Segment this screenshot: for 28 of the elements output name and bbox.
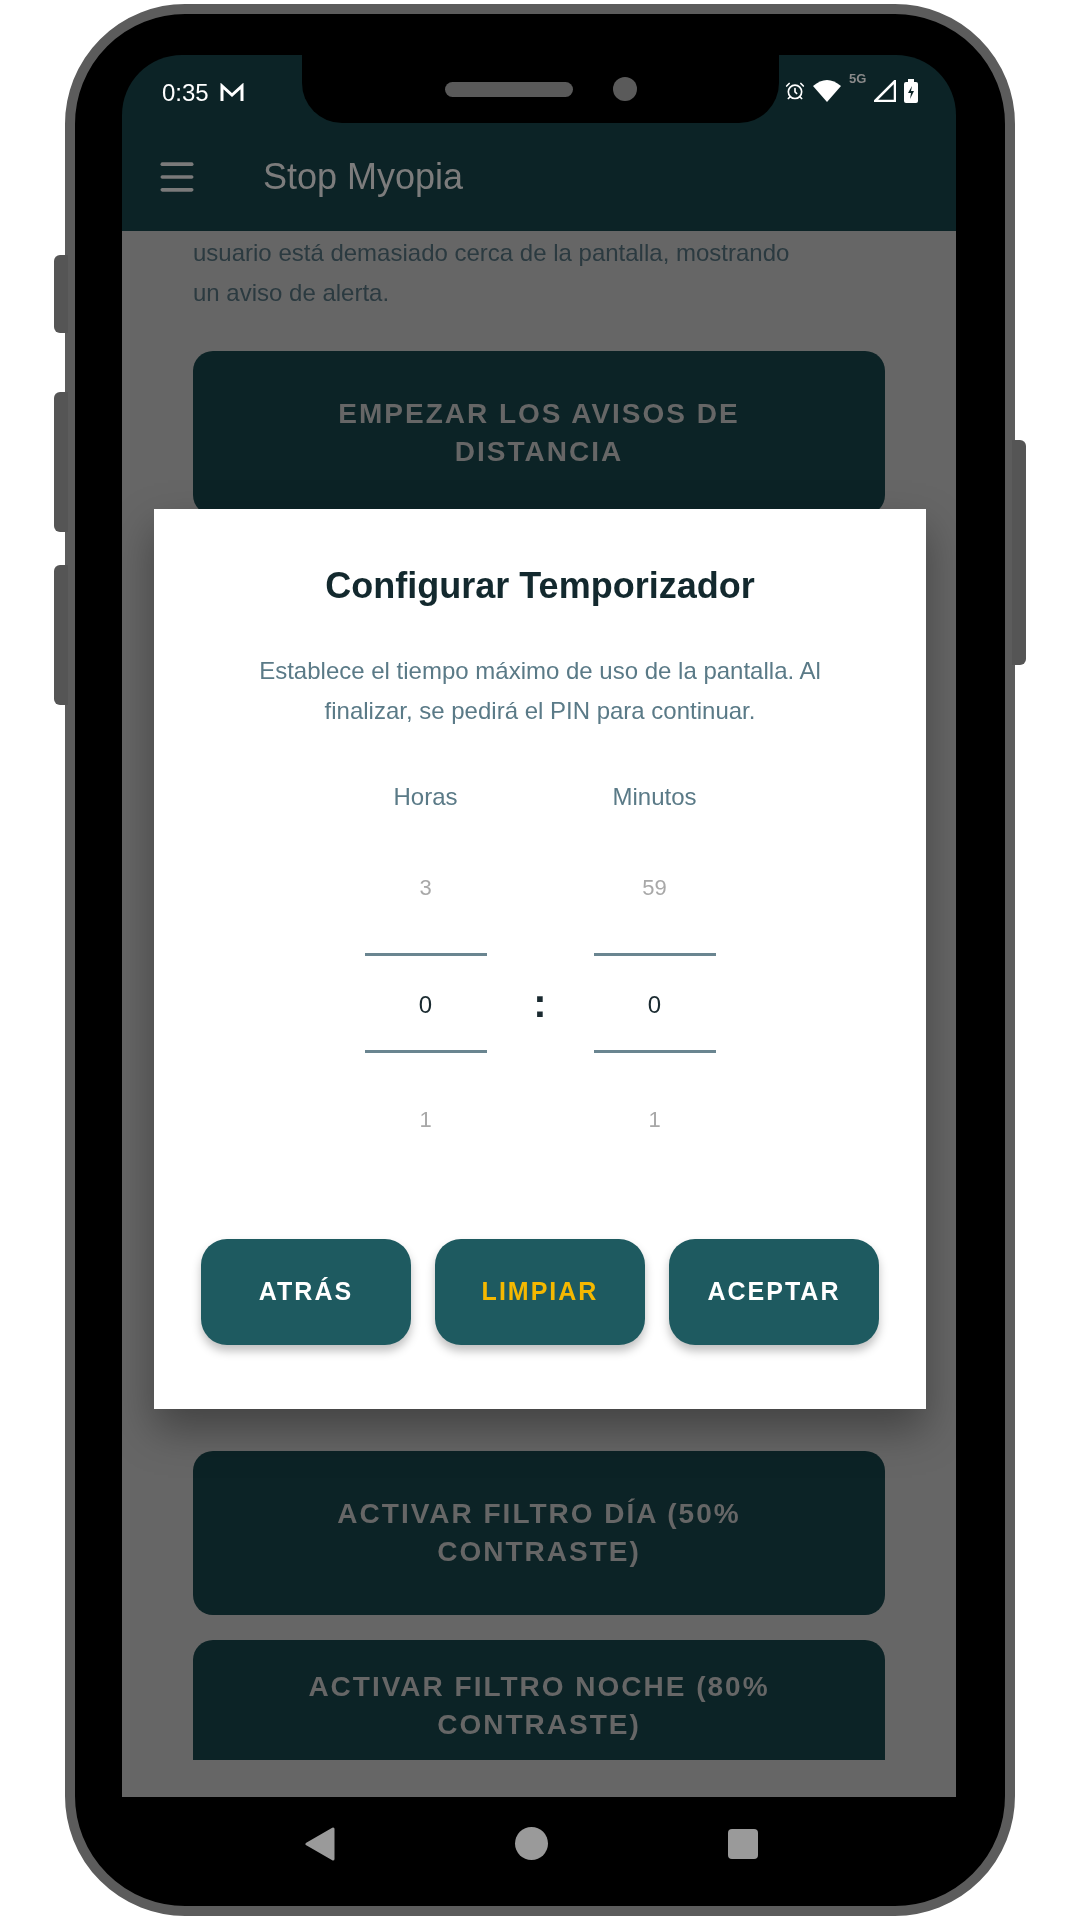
picker-next-value[interactable]: 1 (648, 1105, 661, 1135)
network-type: 5G (849, 70, 867, 88)
picker-next-value[interactable]: 1 (419, 1105, 432, 1135)
time-separator: : (532, 983, 548, 1023)
back-icon[interactable] (304, 1826, 335, 1861)
battery-icon (904, 79, 919, 103)
picker-value[interactable]: 0 (647, 990, 662, 1020)
picker-value[interactable]: 0 (418, 990, 433, 1020)
recents-icon[interactable] (727, 1828, 758, 1859)
picker-label: Minutos (612, 782, 697, 812)
wifi-icon (813, 80, 841, 102)
alarm-icon (785, 81, 805, 101)
home-icon[interactable] (514, 1827, 548, 1860)
dialog-button[interactable]: ACEPTAR (669, 1239, 879, 1345)
dialog-button[interactable]: LIMPIAR (435, 1239, 645, 1345)
dialog-title: Configurar Temporizador (325, 564, 755, 608)
action-button[interactable]: ACTIVAR FILTRO NOCHE (80% CONTRASTE) (193, 1640, 885, 1760)
picker-previous-value[interactable]: 3 (419, 873, 432, 903)
dialog-message: Establece el tiempo máximo de uso de la pantalla. Al finalizar, se pedirá el PIN para continuar. (258, 656, 822, 726)
dialog-button[interactable]: ATRÁS (201, 1239, 411, 1345)
action-button[interactable]: ACTIVAR FILTRO DÍA (50% CONTRASTE) (193, 1451, 885, 1615)
signal-icon (874, 80, 897, 102)
status-time: 0:35 (162, 78, 209, 108)
mail-icon (218, 83, 245, 103)
picker-previous-value[interactable]: 59 (642, 873, 667, 903)
app-title: Stop Myopia (263, 155, 464, 199)
picker-label: Horas (393, 782, 458, 812)
intro-text: usuario está demasiado cerca de la pantalla, mostrando un aviso de alerta. (193, 238, 791, 308)
